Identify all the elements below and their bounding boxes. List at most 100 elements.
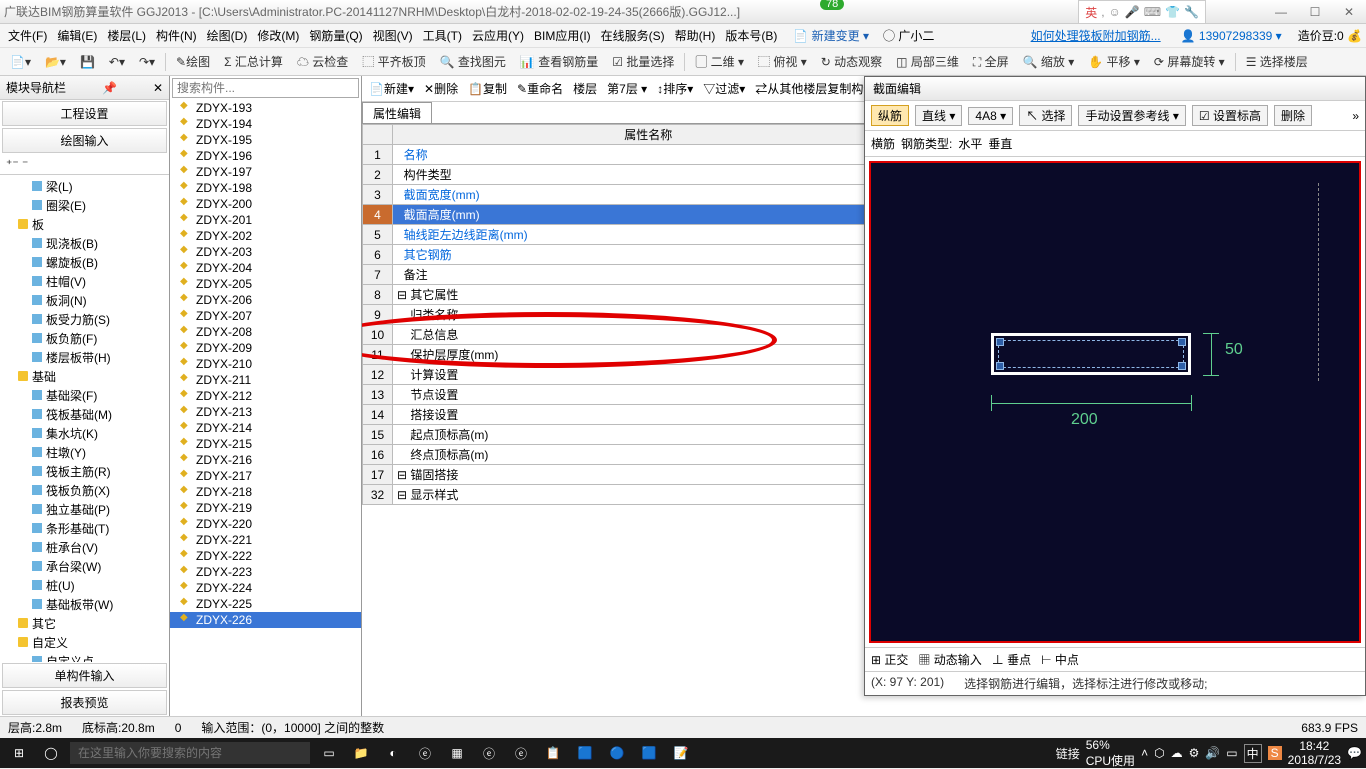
list-item[interactable]: ZDYX-205: [170, 276, 361, 292]
list-item[interactable]: ZDYX-214: [170, 420, 361, 436]
align-top-button[interactable]: ⬚ 平齐板顶: [358, 51, 429, 72]
list-item[interactable]: ZDYX-220: [170, 516, 361, 532]
minimize-button[interactable]: —: [1268, 5, 1294, 19]
tree-node[interactable]: 筏板负筋(X): [2, 481, 167, 500]
list-item[interactable]: ZDYX-213: [170, 404, 361, 420]
expand-icon[interactable]: »: [1352, 109, 1359, 123]
pin-icon[interactable]: 📌: [102, 81, 117, 95]
tree-node[interactable]: 集水坑(K): [2, 424, 167, 443]
list-item[interactable]: ZDYX-215: [170, 436, 361, 452]
floor-dropdown[interactable]: 第7层 ▾: [604, 79, 650, 98]
vertical-button[interactable]: 垂直: [988, 135, 1012, 152]
list-item[interactable]: ZDYX-198: [170, 180, 361, 196]
volume-icon[interactable]: 🔊: [1205, 746, 1220, 760]
section-single-input[interactable]: 单构件输入: [2, 663, 167, 688]
tree-node[interactable]: 板: [2, 215, 167, 234]
clock[interactable]: 18:422018/7/23: [1288, 739, 1341, 767]
app-icon[interactable]: ◐: [378, 740, 408, 766]
list-item[interactable]: ZDYX-200: [170, 196, 361, 212]
list-item[interactable]: ZDYX-209: [170, 340, 361, 356]
tree-node[interactable]: 板洞(N): [2, 291, 167, 310]
tree-node[interactable]: 基础梁(F): [2, 386, 167, 405]
tray-icon[interactable]: ▭: [1226, 746, 1237, 760]
section-project[interactable]: 工程设置: [2, 101, 167, 126]
view-rebar-button[interactable]: 📊 查看钢筋量: [516, 51, 602, 72]
section-draw-input[interactable]: 绘图输入: [2, 128, 167, 153]
list-item[interactable]: ZDYX-225: [170, 596, 361, 612]
menu-help[interactable]: 帮助(H): [671, 25, 720, 46]
rename-button[interactable]: ✎重命名: [514, 79, 566, 98]
tray-chevron-icon[interactable]: ˄: [1141, 746, 1148, 760]
edge-icon[interactable]: ⓔ: [410, 740, 440, 766]
ime-indicator[interactable]: 中: [1244, 744, 1262, 763]
tree-node[interactable]: 楼层板带(H): [2, 348, 167, 367]
tree-node[interactable]: 板负筋(F): [2, 329, 167, 348]
list-item[interactable]: ZDYX-208: [170, 324, 361, 340]
help-link[interactable]: 如何处理筏板附加钢筋...: [1031, 27, 1161, 44]
menu-tools[interactable]: 工具(T): [419, 25, 466, 46]
menu-version[interactable]: 版本号(B): [721, 25, 781, 46]
tree-node[interactable]: 基础: [2, 367, 167, 386]
app-icon[interactable]: 🔵: [602, 740, 632, 766]
list-item[interactable]: ZDYX-194: [170, 116, 361, 132]
vert-snap[interactable]: ⊥ 垂点: [992, 651, 1031, 668]
list-item[interactable]: ZDYX-203: [170, 244, 361, 260]
menu-file[interactable]: 文件(F): [4, 25, 51, 46]
list-item[interactable]: ZDYX-218: [170, 484, 361, 500]
rebar-dropdown[interactable]: 4A8 ▾: [968, 107, 1013, 125]
search-input[interactable]: [172, 78, 359, 98]
component-list[interactable]: ZDYX-193ZDYX-194ZDYX-195ZDYX-196ZDYX-197…: [170, 100, 361, 716]
tree-node[interactable]: 梁(L): [2, 177, 167, 196]
user-label[interactable]: ◯ 广小二: [879, 25, 938, 46]
tray-icon[interactable]: ⬡: [1154, 746, 1164, 760]
find-element-button[interactable]: 🔍 查找图元: [436, 51, 510, 72]
app-icon[interactable]: 🟦: [634, 740, 664, 766]
panel-close-icon[interactable]: ✕: [153, 81, 163, 95]
heng-button[interactable]: 横筋: [871, 135, 895, 152]
menu-draw[interactable]: 绘图(D): [203, 25, 252, 46]
dynamic-view-button[interactable]: ↻ 动态观察: [817, 51, 886, 72]
list-item[interactable]: ZDYX-207: [170, 308, 361, 324]
tree-node[interactable]: 自定义点: [2, 652, 167, 662]
list-item[interactable]: ZDYX-206: [170, 292, 361, 308]
sort-button[interactable]: ↕排序▾: [654, 79, 696, 98]
tray-icon[interactable]: ⚙: [1189, 746, 1200, 760]
tree-node[interactable]: 自定义: [2, 633, 167, 652]
tree-node[interactable]: 圈梁(E): [2, 196, 167, 215]
tree-node[interactable]: 独立基础(P): [2, 500, 167, 519]
list-item[interactable]: ZDYX-212: [170, 388, 361, 404]
manual-ref-button[interactable]: 手动设置参考线 ▾: [1078, 105, 1185, 126]
dyn-input-button[interactable]: ▦ 动态输入: [918, 651, 981, 668]
list-item[interactable]: ZDYX-201: [170, 212, 361, 228]
tray-icon[interactable]: ☁: [1171, 746, 1183, 760]
pan-button[interactable]: ✋ 平移 ▾: [1084, 51, 1144, 72]
tree-node[interactable]: 筏板主筋(R): [2, 462, 167, 481]
list-item[interactable]: ZDYX-202: [170, 228, 361, 244]
tree-node[interactable]: 承台梁(W): [2, 557, 167, 576]
mid-snap[interactable]: ⊢ 中点: [1041, 651, 1079, 668]
draw-button[interactable]: ✎绘图: [172, 51, 214, 72]
tree-node[interactable]: 条形基础(T): [2, 519, 167, 538]
close-button[interactable]: ✕: [1336, 5, 1362, 19]
list-item[interactable]: ZDYX-216: [170, 452, 361, 468]
zong-button[interactable]: 纵筋: [871, 105, 909, 126]
menu-bim[interactable]: BIM应用(I): [530, 25, 595, 46]
delete-rebar-button[interactable]: 删除: [1274, 105, 1312, 126]
list-item[interactable]: ZDYX-221: [170, 532, 361, 548]
list-item[interactable]: ZDYX-211: [170, 372, 361, 388]
redo-icon[interactable]: ↷▾: [135, 53, 159, 71]
tree-node[interactable]: 柱帽(V): [2, 272, 167, 291]
undo-icon[interactable]: ↶▾: [105, 53, 129, 71]
section-report[interactable]: 报表预览: [2, 690, 167, 715]
open-icon[interactable]: 📂▾: [41, 53, 70, 71]
rotate-screen-button[interactable]: ⟳ 屏幕旋转 ▾: [1150, 51, 1229, 72]
list-item[interactable]: ZDYX-223: [170, 564, 361, 580]
list-item[interactable]: ZDYX-210: [170, 356, 361, 372]
list-item[interactable]: ZDYX-196: [170, 148, 361, 164]
menu-cloud[interactable]: 云应用(Y): [468, 25, 528, 46]
list-item[interactable]: ZDYX-193: [170, 100, 361, 116]
app-icon[interactable]: 📝: [666, 740, 696, 766]
tree-node[interactable]: 基础板带(W): [2, 595, 167, 614]
app-icon[interactable]: 📁: [346, 740, 376, 766]
line-dropdown[interactable]: 直线 ▾: [915, 105, 962, 126]
